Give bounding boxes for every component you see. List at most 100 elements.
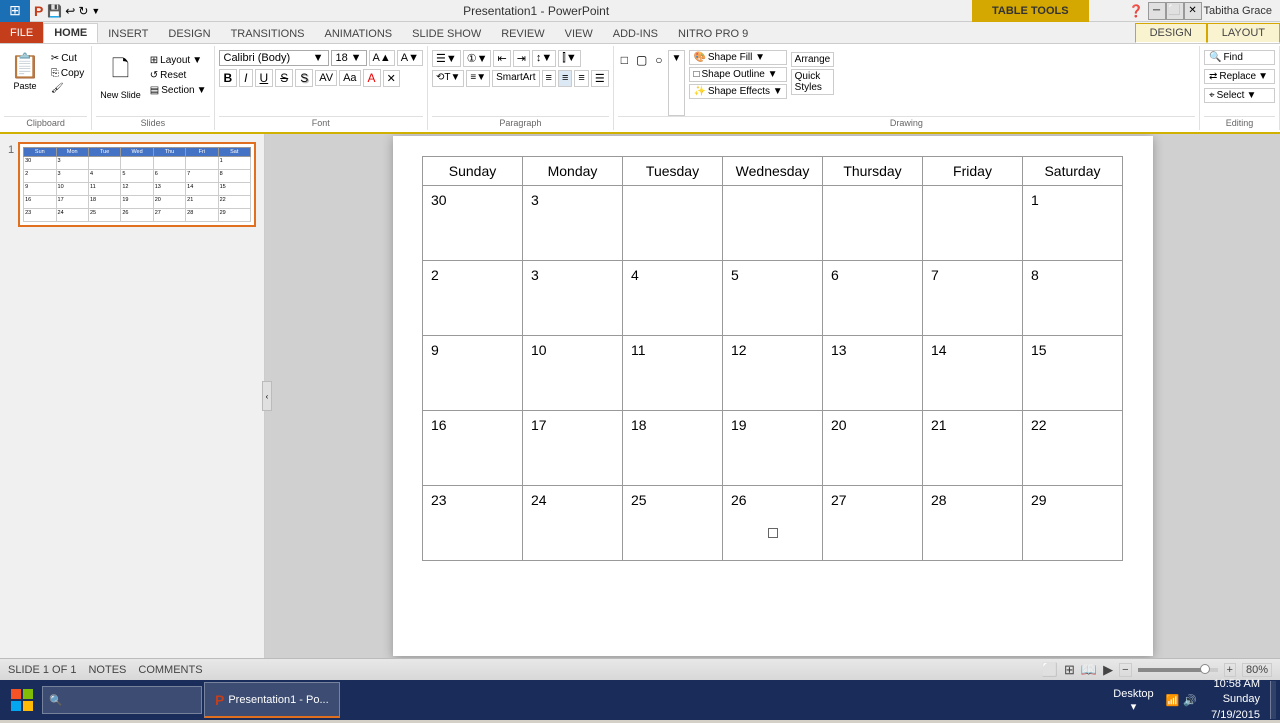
customize-qat-icon[interactable]: ▼ — [91, 6, 100, 16]
char-spacing-button[interactable]: AV — [315, 70, 337, 86]
animations-tab[interactable]: ANIMATIONS — [315, 25, 403, 43]
increase-indent-button[interactable]: ⇥ — [513, 50, 530, 67]
comments-button[interactable]: COMMENTS — [138, 664, 202, 676]
calendar-cell[interactable]: 17 — [523, 411, 623, 486]
zoom-in-button[interactable]: + — [1224, 663, 1236, 677]
bullets-button[interactable]: ☰▼ — [432, 50, 461, 67]
slide-content[interactable]: Sunday Monday Tuesday Wednesday Thursday… — [393, 136, 1153, 656]
find-button[interactable]: 🔍Find — [1204, 50, 1275, 65]
clear-format-button[interactable]: ✕ — [383, 70, 400, 87]
calendar-cell[interactable]: 24 — [523, 486, 623, 561]
taskbar-powerpoint-button[interactable]: P Presentation1 - Po... — [204, 682, 340, 718]
calendar-cell[interactable]: 1 — [1023, 186, 1123, 261]
rectangle-shape-button[interactable]: □ — [618, 50, 631, 116]
review-tab[interactable]: REVIEW — [491, 25, 554, 43]
notes-button[interactable]: NOTES — [88, 664, 126, 676]
zoom-out-button[interactable]: − — [1119, 663, 1131, 677]
zoom-slider[interactable] — [1138, 668, 1218, 672]
calendar-cell[interactable] — [823, 186, 923, 261]
calendar-cell[interactable]: 7 — [923, 261, 1023, 336]
calendar-cell[interactable]: 4 — [623, 261, 723, 336]
italic-button[interactable]: I — [239, 69, 252, 87]
calendar-cell[interactable]: 12 — [723, 336, 823, 411]
nitro-tab[interactable]: NITRO PRO 9 — [668, 25, 758, 43]
calendar-cell[interactable]: 3 — [523, 261, 623, 336]
replace-button[interactable]: ⇄Replace ▼ — [1204, 69, 1275, 84]
align-right-button[interactable]: ≡ — [574, 70, 588, 87]
layout-button[interactable]: ⊞Layout ▼ — [147, 54, 210, 67]
calendar-cell[interactable]: 6 — [823, 261, 923, 336]
calendar-cell[interactable]: 29 — [1023, 486, 1123, 561]
transitions-tab[interactable]: TRANSITIONS — [221, 25, 315, 43]
zoom-level[interactable]: 80% — [1242, 663, 1272, 677]
font-size-box[interactable]: 18 ▼ — [331, 50, 367, 66]
table-layout-tab[interactable]: LAYOUT — [1207, 23, 1280, 43]
home-tab[interactable]: HOME — [43, 23, 98, 43]
format-painter-button[interactable]: 🖌 — [48, 82, 87, 95]
shape-fill-button[interactable]: 🎨 Shape Fill ▼ — [689, 50, 786, 65]
calendar-cell[interactable]: 23 — [423, 486, 523, 561]
calendar-cell[interactable]: 16 — [423, 411, 523, 486]
shadow-button[interactable]: S — [295, 69, 313, 87]
calendar-cell[interactable]: 3 — [523, 186, 623, 261]
calendar-cell[interactable]: 21 — [923, 411, 1023, 486]
font-color-button[interactable]: A — [363, 69, 381, 87]
arrange-button[interactable]: Arrange — [791, 52, 835, 67]
close-button[interactable]: ✕ — [1184, 2, 1202, 20]
normal-view-button[interactable]: ⬜ — [1042, 662, 1058, 678]
design-tab[interactable]: DESIGN — [158, 25, 220, 43]
font-name-box[interactable]: Calibri (Body) ▼ — [219, 50, 329, 66]
cut-button[interactable]: ✂ Cut — [48, 52, 87, 65]
text-direction-button[interactable]: ⟲T▼ — [432, 70, 464, 87]
reading-view-button[interactable]: 📖 — [1081, 662, 1097, 678]
bold-button[interactable]: B — [219, 69, 238, 87]
justify-button[interactable]: ☰ — [591, 70, 609, 87]
slide-show-tab[interactable]: SLIDE SHOW — [402, 25, 491, 43]
calendar-cell[interactable]: 14 — [923, 336, 1023, 411]
help-icon[interactable]: ❓ — [1129, 4, 1144, 18]
calendar-cell[interactable]: 19 — [723, 411, 823, 486]
calendar-cell[interactable]: 18 — [623, 411, 723, 486]
search-box[interactable]: 🔍 — [42, 686, 202, 714]
calendar-cell[interactable] — [923, 186, 1023, 261]
restore-button[interactable]: ⬜ — [1166, 2, 1184, 20]
calendar-cell[interactable]: 15 — [1023, 336, 1123, 411]
add-ins-tab[interactable]: ADD-INS — [603, 25, 668, 43]
calendar-cell[interactable]: 8 — [1023, 261, 1123, 336]
strikethrough-button[interactable]: S — [275, 69, 293, 87]
calendar-cell[interactable]: 28 — [923, 486, 1023, 561]
calendar-cell[interactable]: 2 — [423, 261, 523, 336]
section-button[interactable]: ▤Section ▼ — [147, 84, 210, 97]
slide-sorter-button[interactable]: ⊞ — [1064, 662, 1075, 678]
panel-collapse-handle[interactable]: ‹ — [262, 381, 272, 411]
change-case-button[interactable]: Aa — [339, 70, 360, 86]
taskbar-clock[interactable]: 10:58 AM Sunday 7/19/2015 — [1203, 677, 1268, 723]
calendar-cell[interactable]: 11 — [623, 336, 723, 411]
align-left-button[interactable]: ≡ — [542, 70, 556, 87]
view-tab[interactable]: VIEW — [555, 25, 603, 43]
rounded-rect-button[interactable]: ▢ — [633, 50, 650, 116]
paste-button[interactable]: 📋 Paste — [4, 50, 46, 93]
desktop-label[interactable]: Desktop ▾ — [1107, 688, 1159, 713]
windows-icon[interactable]: ⊞ — [0, 0, 30, 22]
shapes-more-button[interactable]: ▼ — [668, 50, 686, 116]
increase-font-button[interactable]: A▲ — [369, 50, 395, 66]
decrease-indent-button[interactable]: ⇤ — [493, 50, 510, 67]
calendar-cell[interactable]: 13 — [823, 336, 923, 411]
file-tab[interactable]: FILE — [0, 22, 43, 43]
underline-button[interactable]: U — [255, 69, 274, 87]
calendar-cell[interactable] — [723, 186, 823, 261]
quick-styles-button[interactable]: QuickStyles — [791, 69, 835, 95]
align-center-button[interactable]: ≡ — [558, 70, 572, 87]
calendar-cell[interactable] — [623, 186, 723, 261]
convert-smartart-button[interactable]: SmartArt — [492, 70, 539, 87]
calendar-cell[interactable]: 27 — [823, 486, 923, 561]
calendar-cell[interactable]: 25 — [623, 486, 723, 561]
network-icon[interactable]: 📶 — [1166, 694, 1180, 707]
show-desktop-button[interactable] — [1270, 681, 1276, 719]
slideshow-button[interactable]: ▶ — [1103, 662, 1113, 678]
insert-tab[interactable]: INSERT — [98, 25, 158, 43]
decrease-font-button[interactable]: A▼ — [397, 50, 423, 66]
volume-icon[interactable]: 🔊 — [1183, 694, 1197, 707]
undo-icon[interactable]: ↩ — [65, 4, 75, 18]
